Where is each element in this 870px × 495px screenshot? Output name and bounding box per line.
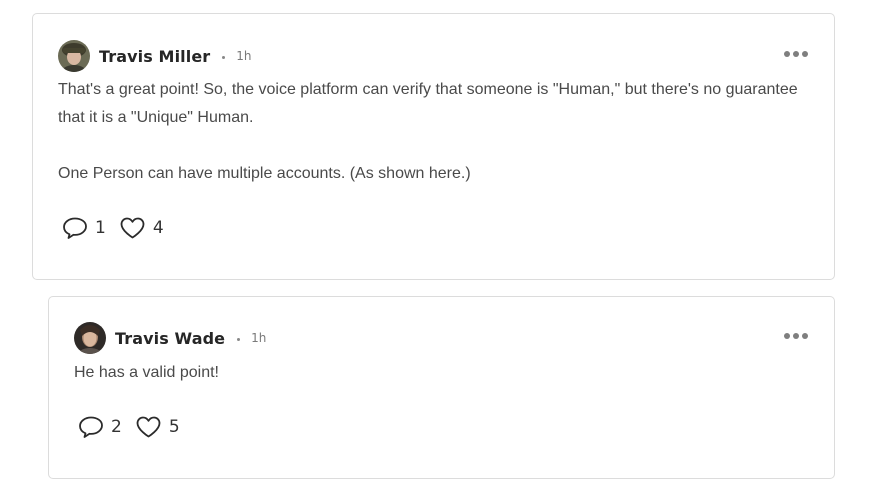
comment-body: That's a great point! So, the voice plat… [58, 76, 818, 188]
comment-header: Travis Wade 1h [74, 322, 266, 354]
timestamp: 1h [251, 331, 267, 345]
reply-count: 2 [111, 417, 122, 437]
comment-body: He has a valid point! [74, 359, 814, 387]
avatar[interactable] [58, 40, 90, 72]
more-options-icon[interactable] [782, 47, 810, 61]
more-options-icon[interactable] [782, 329, 810, 343]
comment-paragraph: That's a great point! So, the voice plat… [58, 81, 798, 126]
timestamp: 1h [236, 49, 252, 63]
comment-paragraph: He has a valid point! [74, 364, 219, 381]
like-count: 4 [152, 218, 164, 238]
separator-dot [222, 56, 226, 59]
comment-paragraph: One Person can have multiple accounts. (… [58, 165, 471, 182]
reply-count: 1 [95, 218, 106, 238]
like-count: 5 [168, 417, 180, 437]
heart-icon [136, 416, 161, 438]
reply-card: Travis Wade 1h He has a valid point! 2 5 [48, 296, 835, 479]
comment-bubble-icon [63, 217, 87, 239]
comment-card: Travis Miller 1h That's a great point! S… [32, 13, 835, 280]
reply-button[interactable]: 1 [62, 216, 106, 240]
like-button[interactable]: 4 [119, 216, 164, 240]
comment-actions: 1 4 [62, 216, 164, 240]
author-name[interactable]: Travis Miller [99, 47, 210, 66]
separator-dot [237, 338, 241, 341]
comment-bubble-icon [79, 416, 103, 438]
author-name[interactable]: Travis Wade [115, 329, 225, 348]
comment-header: Travis Miller 1h [58, 40, 252, 72]
like-button[interactable]: 5 [135, 415, 180, 439]
comment-actions: 2 5 [78, 415, 180, 439]
heart-icon [120, 217, 145, 239]
avatar[interactable] [74, 322, 106, 354]
reply-button[interactable]: 2 [78, 415, 122, 439]
